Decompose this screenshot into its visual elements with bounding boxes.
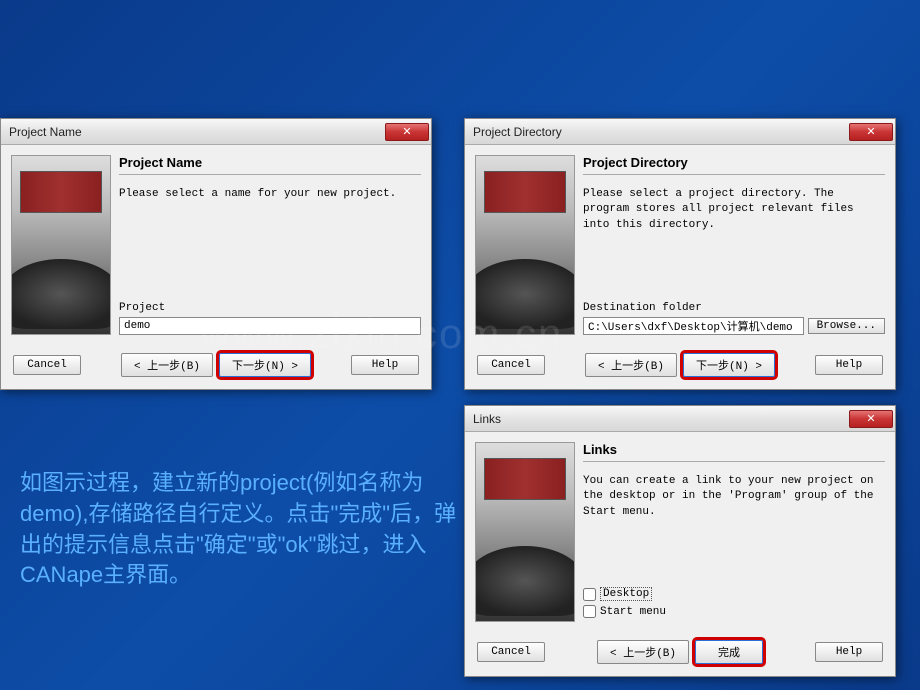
project-name-dialog: Project Name ✕ Project Name Please selec… [0,118,432,390]
wizard-content: Links You can create a link to your new … [583,442,885,622]
startmenu-checkbox[interactable] [583,605,596,618]
titlebar: Links ✕ [465,406,895,432]
project-field-label: Project [119,302,421,314]
desktop-checkbox-label: Desktop [600,587,652,601]
project-name-input[interactable] [119,317,421,335]
wizard-description: Please select a project directory. The p… [583,187,885,233]
destination-row: Browse... [583,317,885,335]
close-button[interactable]: ✕ [385,123,429,141]
wizard-content: Project Name Please select a name for yo… [119,155,421,335]
titlebar: Project Name ✕ [1,119,431,145]
desktop-checkbox-row: Desktop [583,587,885,601]
button-row: Cancel < 上一步(B) 完成 Help [465,632,895,676]
back-button[interactable]: < 上一步(B) [585,353,677,377]
window-title: Links [473,412,501,426]
desktop-checkbox[interactable] [583,588,596,601]
destination-label: Destination folder [583,302,885,314]
next-button[interactable]: 下一步(N) > [683,353,775,377]
instruction-text: 如图示过程，建立新的project(例如名称为demo),存储路径自行定义。点击… [20,468,460,591]
wizard-banner-image [11,155,111,335]
wizard-heading: Links [583,442,885,462]
wizard-content: Project Directory Please select a projec… [583,155,885,335]
help-button[interactable]: Help [815,642,883,662]
startmenu-checkbox-label: Start menu [600,606,666,618]
links-dialog: Links ✕ Links You can create a link to y… [464,405,896,677]
help-button[interactable]: Help [351,355,419,375]
wizard-banner-image [475,442,575,622]
next-button[interactable]: 下一步(N) > [219,353,311,377]
wizard-heading: Project Name [119,155,421,175]
destination-folder-input[interactable] [583,317,804,335]
dialog-body: Links You can create a link to your new … [465,432,895,632]
back-button[interactable]: < 上一步(B) [597,640,689,664]
help-button[interactable]: Help [815,355,883,375]
dialog-body: Project Directory Please select a projec… [465,145,895,345]
project-directory-dialog: Project Directory ✕ Project Directory Pl… [464,118,896,390]
wizard-banner-image [475,155,575,335]
wizard-heading: Project Directory [583,155,885,175]
button-row: Cancel < 上一步(B) 下一步(N) > Help [465,345,895,389]
close-button[interactable]: ✕ [849,123,893,141]
browse-button[interactable]: Browse... [808,318,885,334]
cancel-button[interactable]: Cancel [477,642,545,662]
wizard-description: Please select a name for your new projec… [119,187,421,202]
cancel-button[interactable]: Cancel [13,355,81,375]
close-button[interactable]: ✕ [849,410,893,428]
window-title: Project Name [9,125,82,139]
startmenu-checkbox-row: Start menu [583,605,885,618]
titlebar: Project Directory ✕ [465,119,895,145]
dialog-body: Project Name Please select a name for yo… [1,145,431,345]
finish-button[interactable]: 完成 [695,640,763,664]
button-row: Cancel < 上一步(B) 下一步(N) > Help [1,345,431,389]
back-button[interactable]: < 上一步(B) [121,353,213,377]
window-title: Project Directory [473,125,562,139]
cancel-button[interactable]: Cancel [477,355,545,375]
wizard-description: You can create a link to your new projec… [583,474,885,520]
